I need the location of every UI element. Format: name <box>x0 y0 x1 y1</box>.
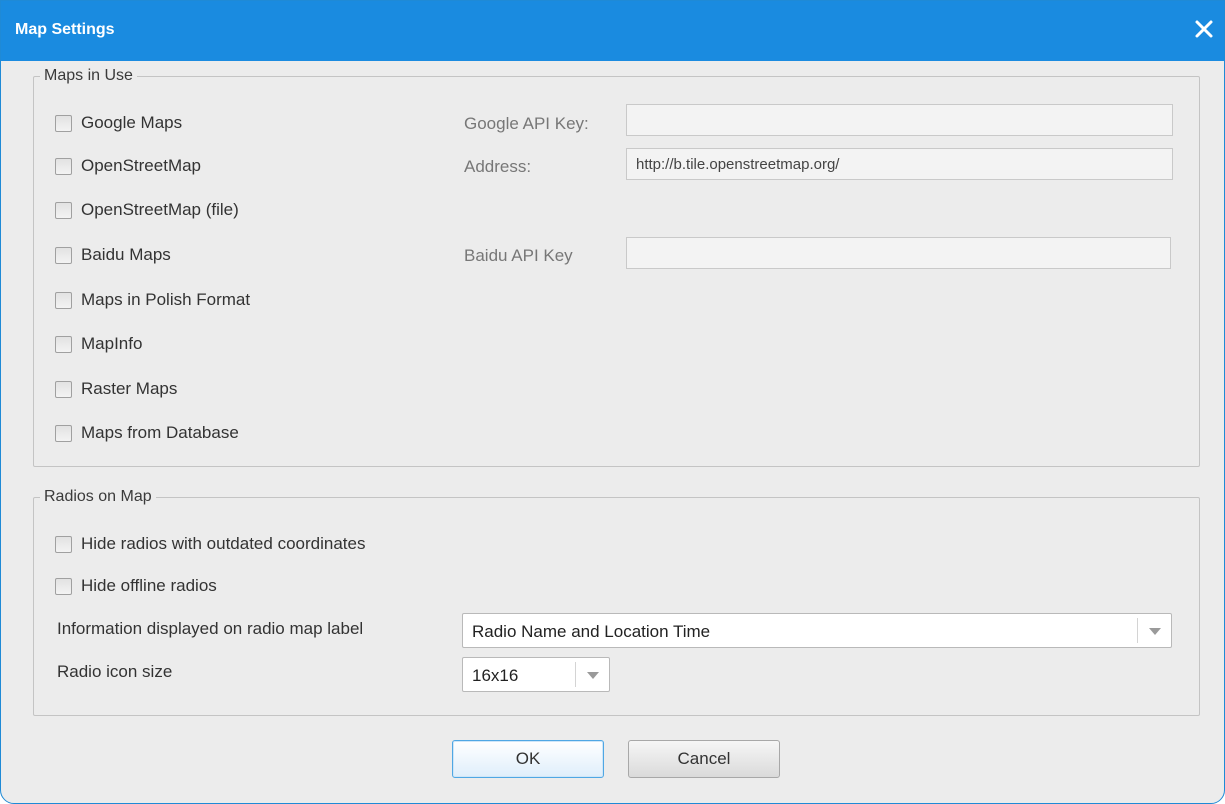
chevron-down-icon[interactable] <box>1149 628 1161 635</box>
checkbox-label: Hide radios with outdated coordinates <box>81 534 366 553</box>
baidu-api-key-label: Baidu API Key <box>464 246 573 265</box>
google-api-key-input[interactable] <box>626 104 1173 136</box>
checkbox-label: Raster Maps <box>81 379 178 398</box>
checkbox-box[interactable] <box>55 335 72 353</box>
checkbox-polish-format[interactable]: Maps in Polish Format <box>55 288 250 312</box>
chevron-down-icon[interactable] <box>587 672 599 679</box>
map-label-info-label: Information displayed on radio map label <box>57 619 364 638</box>
maps-in-use-legend: Maps in Use <box>44 67 133 84</box>
dropdown-separator <box>575 662 576 687</box>
checkbox-label: Google Maps <box>81 113 183 132</box>
checkbox-box[interactable] <box>55 577 72 595</box>
dropdown-value: 16x16 <box>472 666 519 685</box>
dialog-title: Map Settings <box>15 21 115 38</box>
checkbox-label: OpenStreetMap (file) <box>81 200 239 219</box>
checkbox-box[interactable] <box>55 246 72 264</box>
address-input[interactable]: http://b.tile.openstreetmap.org/ <box>626 148 1173 180</box>
checkbox-openstreetmap-file[interactable]: OpenStreetMap (file) <box>55 198 239 222</box>
checkbox-google-maps[interactable]: Google Maps <box>55 111 182 135</box>
map-label-info-dropdown[interactable]: Radio Name and Location Time <box>462 613 1172 648</box>
checkbox-raster-maps[interactable]: Raster Maps <box>55 377 177 401</box>
checkbox-box[interactable] <box>55 157 72 175</box>
checkbox-label: OpenStreetMap <box>81 156 202 175</box>
radios-on-map-legend: Radios on Map <box>44 488 152 505</box>
icon-size-label: Radio icon size <box>57 662 173 681</box>
checkbox-mapinfo[interactable]: MapInfo <box>55 332 142 356</box>
baidu-api-key-input[interactable] <box>626 237 1171 269</box>
checkbox-hide-outdated[interactable]: Hide radios with outdated coordinates <box>55 532 365 556</box>
dropdown-separator <box>1137 618 1138 643</box>
google-api-key-label: Google API Key: <box>464 114 589 133</box>
checkbox-baidu-maps[interactable]: Baidu Maps <box>55 243 171 267</box>
dropdown-value: Radio Name and Location Time <box>472 622 711 641</box>
map-settings-dialog: Map Settings Maps in Use Google Maps Ope… <box>0 0 1225 804</box>
checkbox-box[interactable] <box>55 291 72 309</box>
address-label: Address: <box>464 157 532 176</box>
checkbox-maps-from-database[interactable]: Maps from Database <box>55 421 239 445</box>
checkbox-box[interactable] <box>55 424 72 442</box>
checkbox-box[interactable] <box>55 535 72 553</box>
checkbox-label: MapInfo <box>81 334 143 353</box>
cancel-button[interactable]: Cancel <box>628 740 780 778</box>
checkbox-label: Hide offline radios <box>81 576 217 595</box>
checkbox-box[interactable] <box>55 114 72 132</box>
checkbox-box[interactable] <box>55 380 72 398</box>
close-icon[interactable] <box>1192 17 1216 41</box>
checkbox-label: Maps in Polish Format <box>81 290 251 309</box>
checkbox-label: Maps from Database <box>81 423 239 442</box>
checkbox-openstreetmap[interactable]: OpenStreetMap <box>55 154 201 178</box>
checkbox-box[interactable] <box>55 201 72 219</box>
checkbox-hide-offline[interactable]: Hide offline radios <box>55 574 217 598</box>
ok-button[interactable]: OK <box>452 740 604 778</box>
icon-size-dropdown[interactable]: 16x16 <box>462 657 610 692</box>
title-bar: Map Settings <box>1 1 1224 61</box>
radios-on-map-group: Radios on Map <box>33 488 1200 716</box>
checkbox-label: Baidu Maps <box>81 245 171 264</box>
